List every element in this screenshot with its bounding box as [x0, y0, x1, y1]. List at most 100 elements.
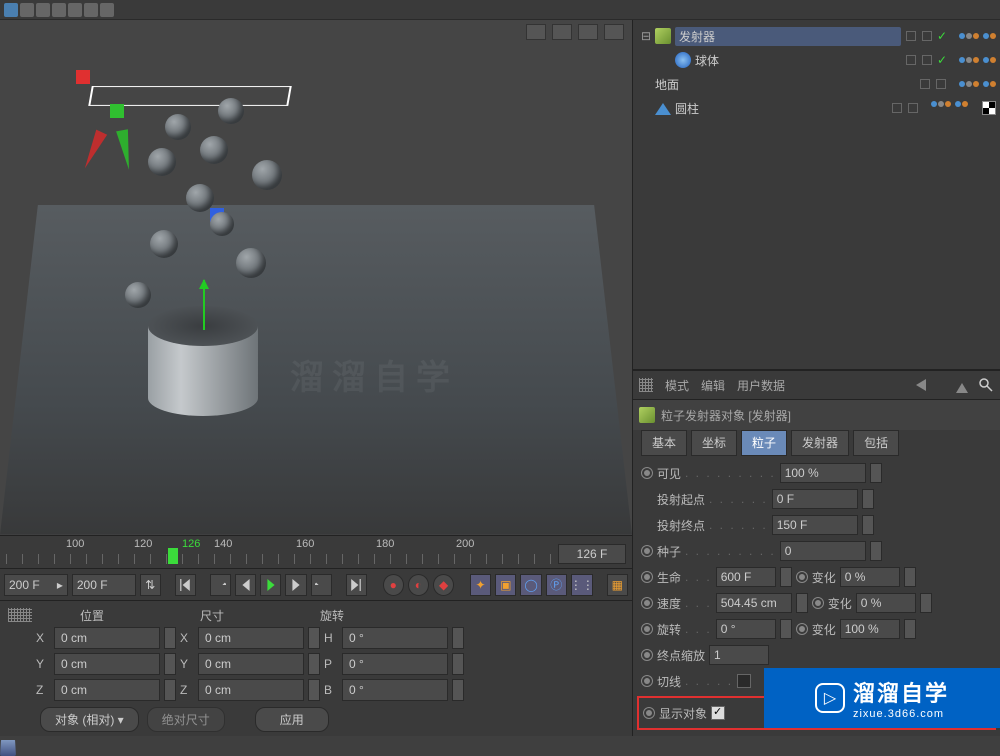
- nav-up-icon[interactable]: [956, 377, 968, 393]
- goto-start-button[interactable]: [175, 574, 196, 596]
- key-button[interactable]: ◆: [433, 574, 454, 596]
- mode-dropdown[interactable]: 对象 (相对) ▾: [40, 707, 139, 732]
- visibility-toggle[interactable]: [906, 31, 916, 41]
- tab-1[interactable]: 坐标: [691, 430, 737, 456]
- speed-input[interactable]: 504.45 cm: [716, 593, 792, 613]
- life-input[interactable]: 600 F: [716, 567, 776, 587]
- tab-3[interactable]: 发射器: [791, 430, 849, 456]
- anim-radio[interactable]: [796, 623, 808, 635]
- menu-mode[interactable]: 模式: [665, 377, 689, 394]
- object-row[interactable]: 地面: [637, 72, 996, 96]
- object-row[interactable]: 圆柱: [637, 96, 996, 120]
- menu-userdata[interactable]: 用户数据: [737, 377, 785, 394]
- tool-icon[interactable]: [20, 3, 34, 17]
- tab-0[interactable]: 基本: [641, 430, 687, 456]
- spinner[interactable]: [904, 619, 916, 639]
- rot-var-input[interactable]: 100 %: [840, 619, 900, 639]
- tool-icon[interactable]: [36, 3, 50, 17]
- visibility-toggle[interactable]: [920, 79, 930, 89]
- object-name[interactable]: 球体: [695, 52, 901, 69]
- tool-icon[interactable]: [4, 3, 18, 17]
- render-toggle[interactable]: [936, 79, 946, 89]
- life-var-input[interactable]: 0 %: [840, 567, 900, 587]
- tangent-checkbox[interactable]: [737, 674, 751, 688]
- tab-2[interactable]: 粒子: [741, 430, 787, 456]
- anim-radio[interactable]: [641, 467, 653, 479]
- seed-input[interactable]: 0: [780, 541, 866, 561]
- render-toggle[interactable]: [908, 103, 918, 113]
- visibility-toggle[interactable]: [906, 55, 916, 65]
- size-y-input[interactable]: 0 cm: [198, 653, 304, 675]
- anim-radio[interactable]: [812, 597, 824, 609]
- emit-end-input[interactable]: 150 F: [772, 515, 858, 535]
- mode-button[interactable]: ▣: [495, 574, 516, 596]
- anim-radio[interactable]: [641, 649, 653, 661]
- pos-y-input[interactable]: 0 cm: [54, 653, 160, 675]
- spinner[interactable]: [904, 567, 916, 587]
- loop-button[interactable]: [311, 574, 332, 596]
- anim-radio[interactable]: [643, 707, 655, 719]
- nav-back-icon[interactable]: [910, 379, 926, 391]
- spinner[interactable]: [920, 593, 932, 613]
- play-button[interactable]: [260, 574, 281, 596]
- menu-edit[interactable]: 编辑: [701, 377, 725, 394]
- object-name[interactable]: 发射器: [675, 27, 901, 46]
- anim-radio[interactable]: [641, 623, 653, 635]
- search-icon[interactable]: [978, 377, 994, 393]
- apply-button[interactable]: 应用: [255, 707, 329, 732]
- object-manager[interactable]: ⊟ 发射器 ✓ 球体 ✓ 地面 圆柱: [633, 20, 1000, 370]
- object-name[interactable]: 地面: [655, 76, 915, 93]
- tool-icon[interactable]: [68, 3, 82, 17]
- spinner[interactable]: [870, 463, 882, 483]
- anim-radio[interactable]: [641, 597, 653, 609]
- mode-button[interactable]: ⋮⋮: [571, 574, 593, 596]
- spinner[interactable]: [796, 593, 808, 613]
- spinner[interactable]: [862, 489, 874, 509]
- tool-icon[interactable]: [100, 3, 114, 17]
- tree-collapse-icon[interactable]: ⊟: [641, 29, 651, 43]
- anim-radio[interactable]: [641, 675, 653, 687]
- size-x-input[interactable]: 0 cm: [198, 627, 304, 649]
- mode-button[interactable]: ✦: [470, 574, 491, 596]
- visible-input[interactable]: 100 %: [780, 463, 866, 483]
- range-end-field[interactable]: 200 F: [72, 574, 136, 596]
- endscale-input[interactable]: 1: [709, 645, 769, 665]
- prev-frame-button[interactable]: [235, 574, 256, 596]
- spinner[interactable]: [862, 515, 874, 535]
- object-row[interactable]: ⊟ 发射器 ✓: [637, 24, 996, 48]
- visibility-toggle[interactable]: [892, 103, 902, 113]
- rot-p-input[interactable]: 0 °: [342, 653, 448, 675]
- tab-4[interactable]: 包括: [853, 430, 899, 456]
- pos-z-input[interactable]: 0 cm: [54, 679, 160, 701]
- next-frame-button[interactable]: [285, 574, 306, 596]
- object-name[interactable]: 圆柱: [675, 100, 887, 117]
- mode-button[interactable]: ▦: [607, 574, 628, 596]
- goto-end-button[interactable]: [346, 574, 367, 596]
- loop-button[interactable]: [210, 574, 231, 596]
- timeline[interactable]: 100120140160180200 126 126 F: [0, 536, 632, 570]
- render-toggle[interactable]: [922, 55, 932, 65]
- anim-radio[interactable]: [641, 571, 653, 583]
- spinner[interactable]: [870, 541, 882, 561]
- rot-input[interactable]: 0 °: [716, 619, 776, 639]
- autokey-button[interactable]: ◐: [408, 574, 429, 596]
- record-button[interactable]: ●: [383, 574, 404, 596]
- tool-icon[interactable]: [84, 3, 98, 17]
- spinner[interactable]: [780, 567, 792, 587]
- pos-x-input[interactable]: 0 cm: [54, 627, 160, 649]
- playhead[interactable]: [168, 548, 178, 564]
- object-row[interactable]: 球体 ✓: [637, 48, 996, 72]
- spinner[interactable]: [780, 619, 792, 639]
- mode-button[interactable]: Ⓟ: [546, 574, 567, 596]
- show-obj-checkbox[interactable]: [711, 706, 725, 720]
- range-start-field[interactable]: 200 F▸: [4, 574, 68, 596]
- render-toggle[interactable]: [922, 31, 932, 41]
- emit-start-input[interactable]: 0 F: [772, 489, 858, 509]
- axis-y-handle[interactable]: [110, 104, 124, 118]
- rot-b-input[interactable]: 0 °: [342, 679, 448, 701]
- anim-radio[interactable]: [796, 571, 808, 583]
- speed-var-input[interactable]: 0 %: [856, 593, 916, 613]
- checker-tag-icon[interactable]: [982, 101, 996, 115]
- anim-radio[interactable]: [641, 545, 653, 557]
- rot-h-input[interactable]: 0 °: [342, 627, 448, 649]
